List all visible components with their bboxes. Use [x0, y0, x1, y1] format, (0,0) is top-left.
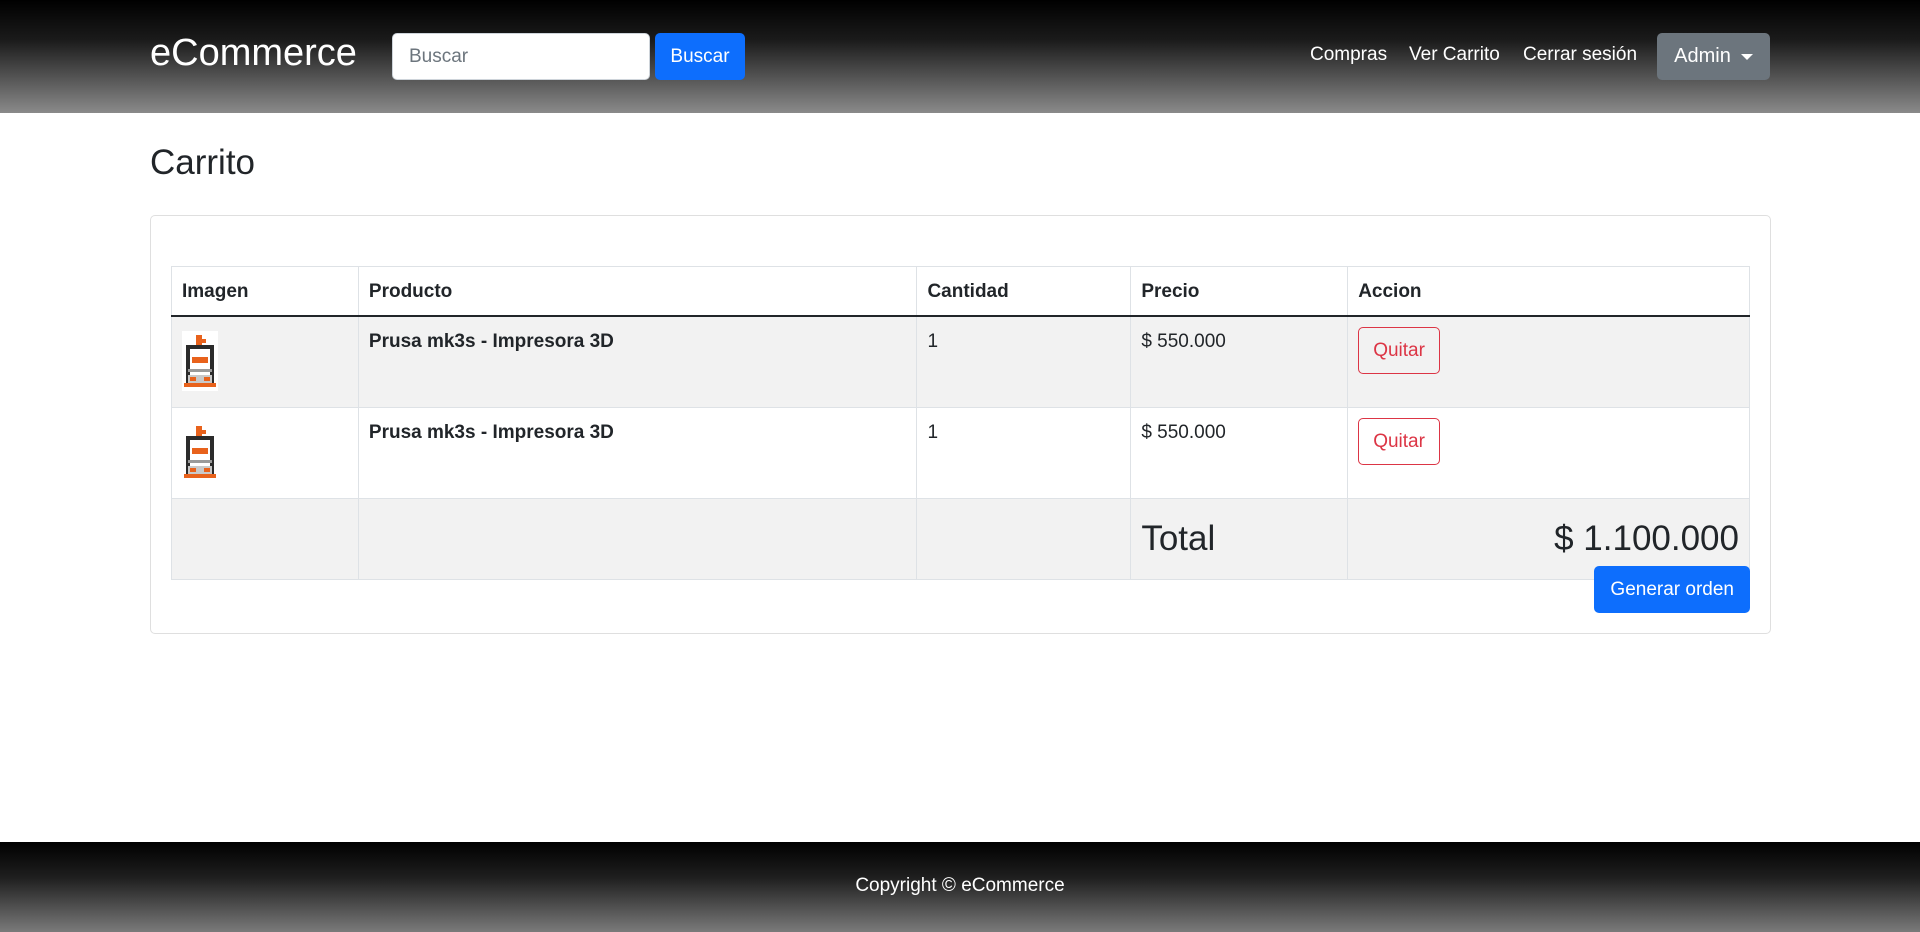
chevron-down-icon	[1740, 53, 1753, 60]
footer-copyright: Copyright © eCommerce	[855, 875, 1065, 896]
product-name-cell: Prusa mk3s - Impresora 3D	[357, 315, 918, 408]
table-row: Prusa mk3s - Impresora 3D 1 $ 550.000 Qu…	[171, 406, 1750, 499]
printer-thumbnail-icon	[182, 330, 218, 391]
brand-logo-link[interactable]: eCommerce	[150, 32, 357, 75]
empty-cell	[916, 497, 1132, 580]
quantity-cell: 1	[916, 406, 1132, 499]
column-header-price: Precio	[1130, 266, 1349, 317]
product-image-cell	[171, 315, 359, 408]
cart-card: Imagen Producto Cantidad Precio Accion P…	[150, 215, 1771, 634]
user-menu-label: Admin	[1674, 45, 1731, 67]
product-image-cell	[171, 406, 359, 499]
column-header-quantity: Cantidad	[916, 266, 1132, 317]
navbar: eCommerce Buscar Compras Ver Carrito Cer…	[0, 0, 1920, 113]
action-cell: Quitar	[1347, 406, 1750, 499]
total-value: $ 1.100.000	[1554, 518, 1739, 558]
quantity-cell: 1	[916, 315, 1132, 408]
total-label-cell: Total	[1130, 497, 1349, 580]
price-cell: $ 550.000	[1130, 406, 1349, 499]
page-title: Carrito	[150, 143, 256, 182]
total-label: Total	[1141, 518, 1216, 558]
user-menu-dropdown[interactable]: Admin	[1657, 33, 1770, 80]
nav-link-view-cart[interactable]: Ver Carrito	[1409, 44, 1500, 66]
empty-cell	[171, 497, 359, 580]
column-header-product: Producto	[357, 266, 918, 317]
remove-item-button[interactable]: Quitar	[1358, 417, 1440, 465]
nav-link-logout[interactable]: Cerrar sesión	[1523, 44, 1637, 66]
price-cell: $ 550.000	[1130, 315, 1349, 408]
search-button[interactable]: Buscar	[655, 33, 745, 80]
empty-cell	[357, 497, 918, 580]
table-row: Prusa mk3s - Impresora 3D 1 $ 550.000 Qu…	[171, 315, 1750, 408]
column-header-image: Imagen	[171, 266, 359, 317]
column-header-action: Accion	[1347, 266, 1750, 317]
nav-link-purchases[interactable]: Compras	[1310, 44, 1387, 66]
product-name-cell: Prusa mk3s - Impresora 3D	[357, 406, 918, 499]
footer: Copyright © eCommerce	[0, 842, 1920, 932]
table-header-row: Imagen Producto Cantidad Precio Accion	[171, 266, 1750, 317]
cart-table: Imagen Producto Cantidad Precio Accion P…	[171, 266, 1750, 580]
generate-order-button[interactable]: Generar orden	[1594, 566, 1750, 613]
action-cell: Quitar	[1347, 315, 1750, 408]
search-input[interactable]	[392, 33, 650, 80]
total-row: Total $ 1.100.000	[171, 497, 1750, 580]
remove-item-button[interactable]: Quitar	[1358, 326, 1440, 374]
printer-thumbnail-icon	[182, 421, 218, 482]
